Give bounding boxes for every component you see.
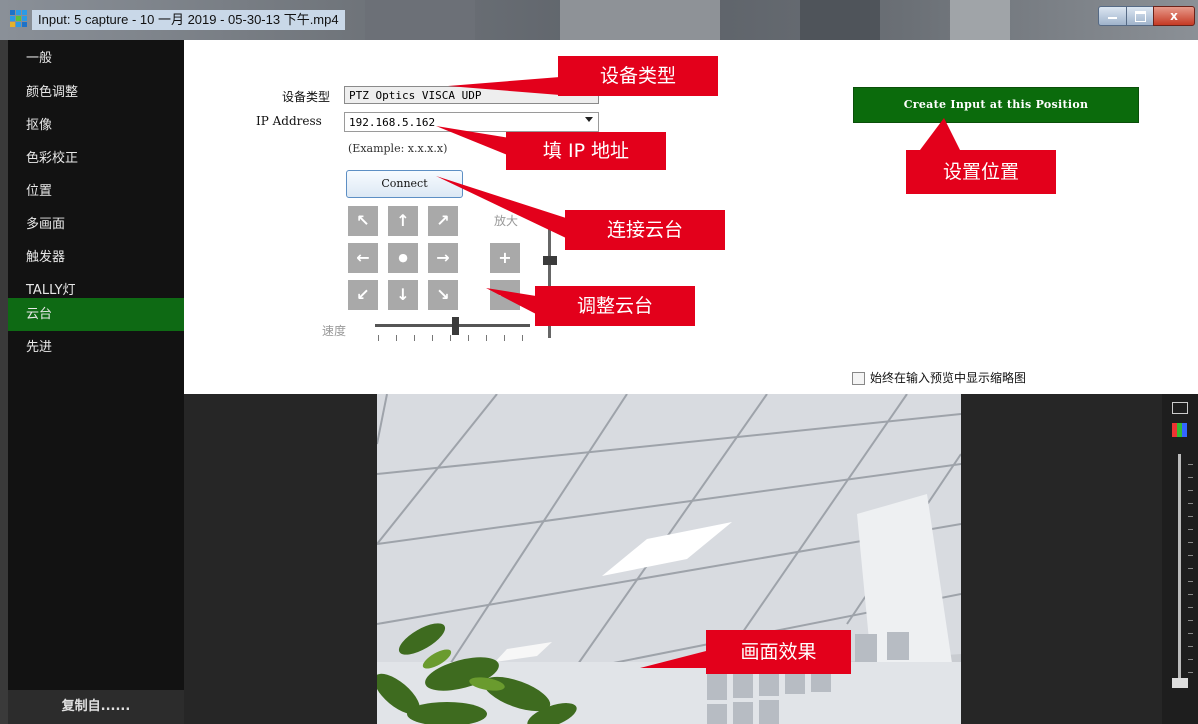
sidebar-item-position[interactable]: 位置 xyxy=(8,175,184,208)
sidebar-item-keying[interactable]: 抠像 xyxy=(8,109,184,142)
sidebar-item-multiview[interactable]: 多画面 xyxy=(8,208,184,241)
maximize-icon xyxy=(1135,11,1146,22)
volume-slider-track[interactable] xyxy=(1178,454,1181,680)
preview-side-toolbar xyxy=(1162,394,1198,724)
pan-left-icon[interactable]: ← xyxy=(348,243,378,273)
window-title: Input: 5 capture - 10 一月 2019 - 05-30-13… xyxy=(32,10,345,30)
tilt-down-icon[interactable]: ↓ xyxy=(388,280,418,310)
zoom-in-button[interactable]: + xyxy=(490,243,520,273)
callout-connect-ptz: 连接云台 xyxy=(565,210,725,250)
home-icon[interactable]: ● xyxy=(388,243,418,273)
volume-slider-ticks xyxy=(1188,464,1193,684)
create-input-at-position-button[interactable]: Create Input at this Position xyxy=(853,87,1139,123)
maximize-button[interactable] xyxy=(1126,6,1154,26)
copy-from-button[interactable]: 复制自...... xyxy=(8,690,184,724)
callout-adjust-ptz: 调整云台 xyxy=(535,286,695,326)
pan-up-right-icon[interactable]: ↗ xyxy=(428,206,458,236)
sidebar-item-ptz[interactable]: 云台 xyxy=(8,298,184,331)
ip-example-hint: (Example: x.x.x.x) xyxy=(348,142,448,155)
app-icon xyxy=(10,10,28,28)
callout-set-position: 设置位置 xyxy=(906,150,1056,194)
color-channels-icon[interactable] xyxy=(1172,423,1187,437)
zoom-slider-handle[interactable] xyxy=(543,256,557,265)
ip-address-label: IP Address xyxy=(256,114,322,128)
close-icon: x xyxy=(1170,9,1178,23)
show-thumbnail-label: 始终在输入预览中显示缩略图 xyxy=(870,371,1027,385)
zoom-label: 放大 xyxy=(494,214,519,228)
connect-button[interactable]: Connect xyxy=(346,170,463,198)
pan-up-left-icon[interactable]: ↖ xyxy=(348,206,378,236)
pan-down-right-icon[interactable]: ↘ xyxy=(428,280,458,310)
ip-address-combobox[interactable]: 192.168.5.162 xyxy=(344,112,599,132)
sidebar-item-triggers[interactable]: 触发器 xyxy=(8,241,184,274)
speed-slider-ticks xyxy=(378,335,533,341)
speed-label: 速度 xyxy=(322,324,347,338)
tilt-up-icon[interactable]: ↑ xyxy=(388,206,418,236)
fit-screen-icon[interactable] xyxy=(1172,402,1188,414)
pan-right-icon[interactable]: → xyxy=(428,243,458,273)
sidebar-item-color-correction[interactable]: 色彩校正 xyxy=(8,142,184,175)
zoom-out-button[interactable]: − xyxy=(490,280,520,310)
sidebar: 一般 颜色调整 抠像 色彩校正 位置 多画面 触发器 TALLY灯 云台 先进 xyxy=(8,40,184,724)
pan-down-left-icon[interactable]: ↙ xyxy=(348,280,378,310)
minimize-icon xyxy=(1108,17,1117,19)
speed-slider-handle[interactable] xyxy=(452,317,459,335)
callout-device-type: 设备类型 xyxy=(558,56,718,96)
window-edge xyxy=(0,40,8,724)
volume-slider-handle[interactable] xyxy=(1172,678,1188,688)
sidebar-item-advanced[interactable]: 先进 xyxy=(8,331,184,364)
chevron-down-icon[interactable] xyxy=(585,117,593,122)
close-button[interactable]: x xyxy=(1153,6,1195,26)
callout-preview-effect: 画面效果 xyxy=(706,630,851,674)
camera-preview-image xyxy=(377,394,961,724)
device-type-label: 设备类型 xyxy=(282,90,331,104)
sidebar-item-general[interactable]: 一般 xyxy=(8,42,184,75)
show-thumbnail-checkbox[interactable] xyxy=(852,372,865,385)
callout-fill-ip: 填 IP 地址 xyxy=(506,132,666,170)
sidebar-item-color-adjust[interactable]: 颜色调整 xyxy=(8,76,184,109)
minimize-button[interactable] xyxy=(1098,6,1127,26)
